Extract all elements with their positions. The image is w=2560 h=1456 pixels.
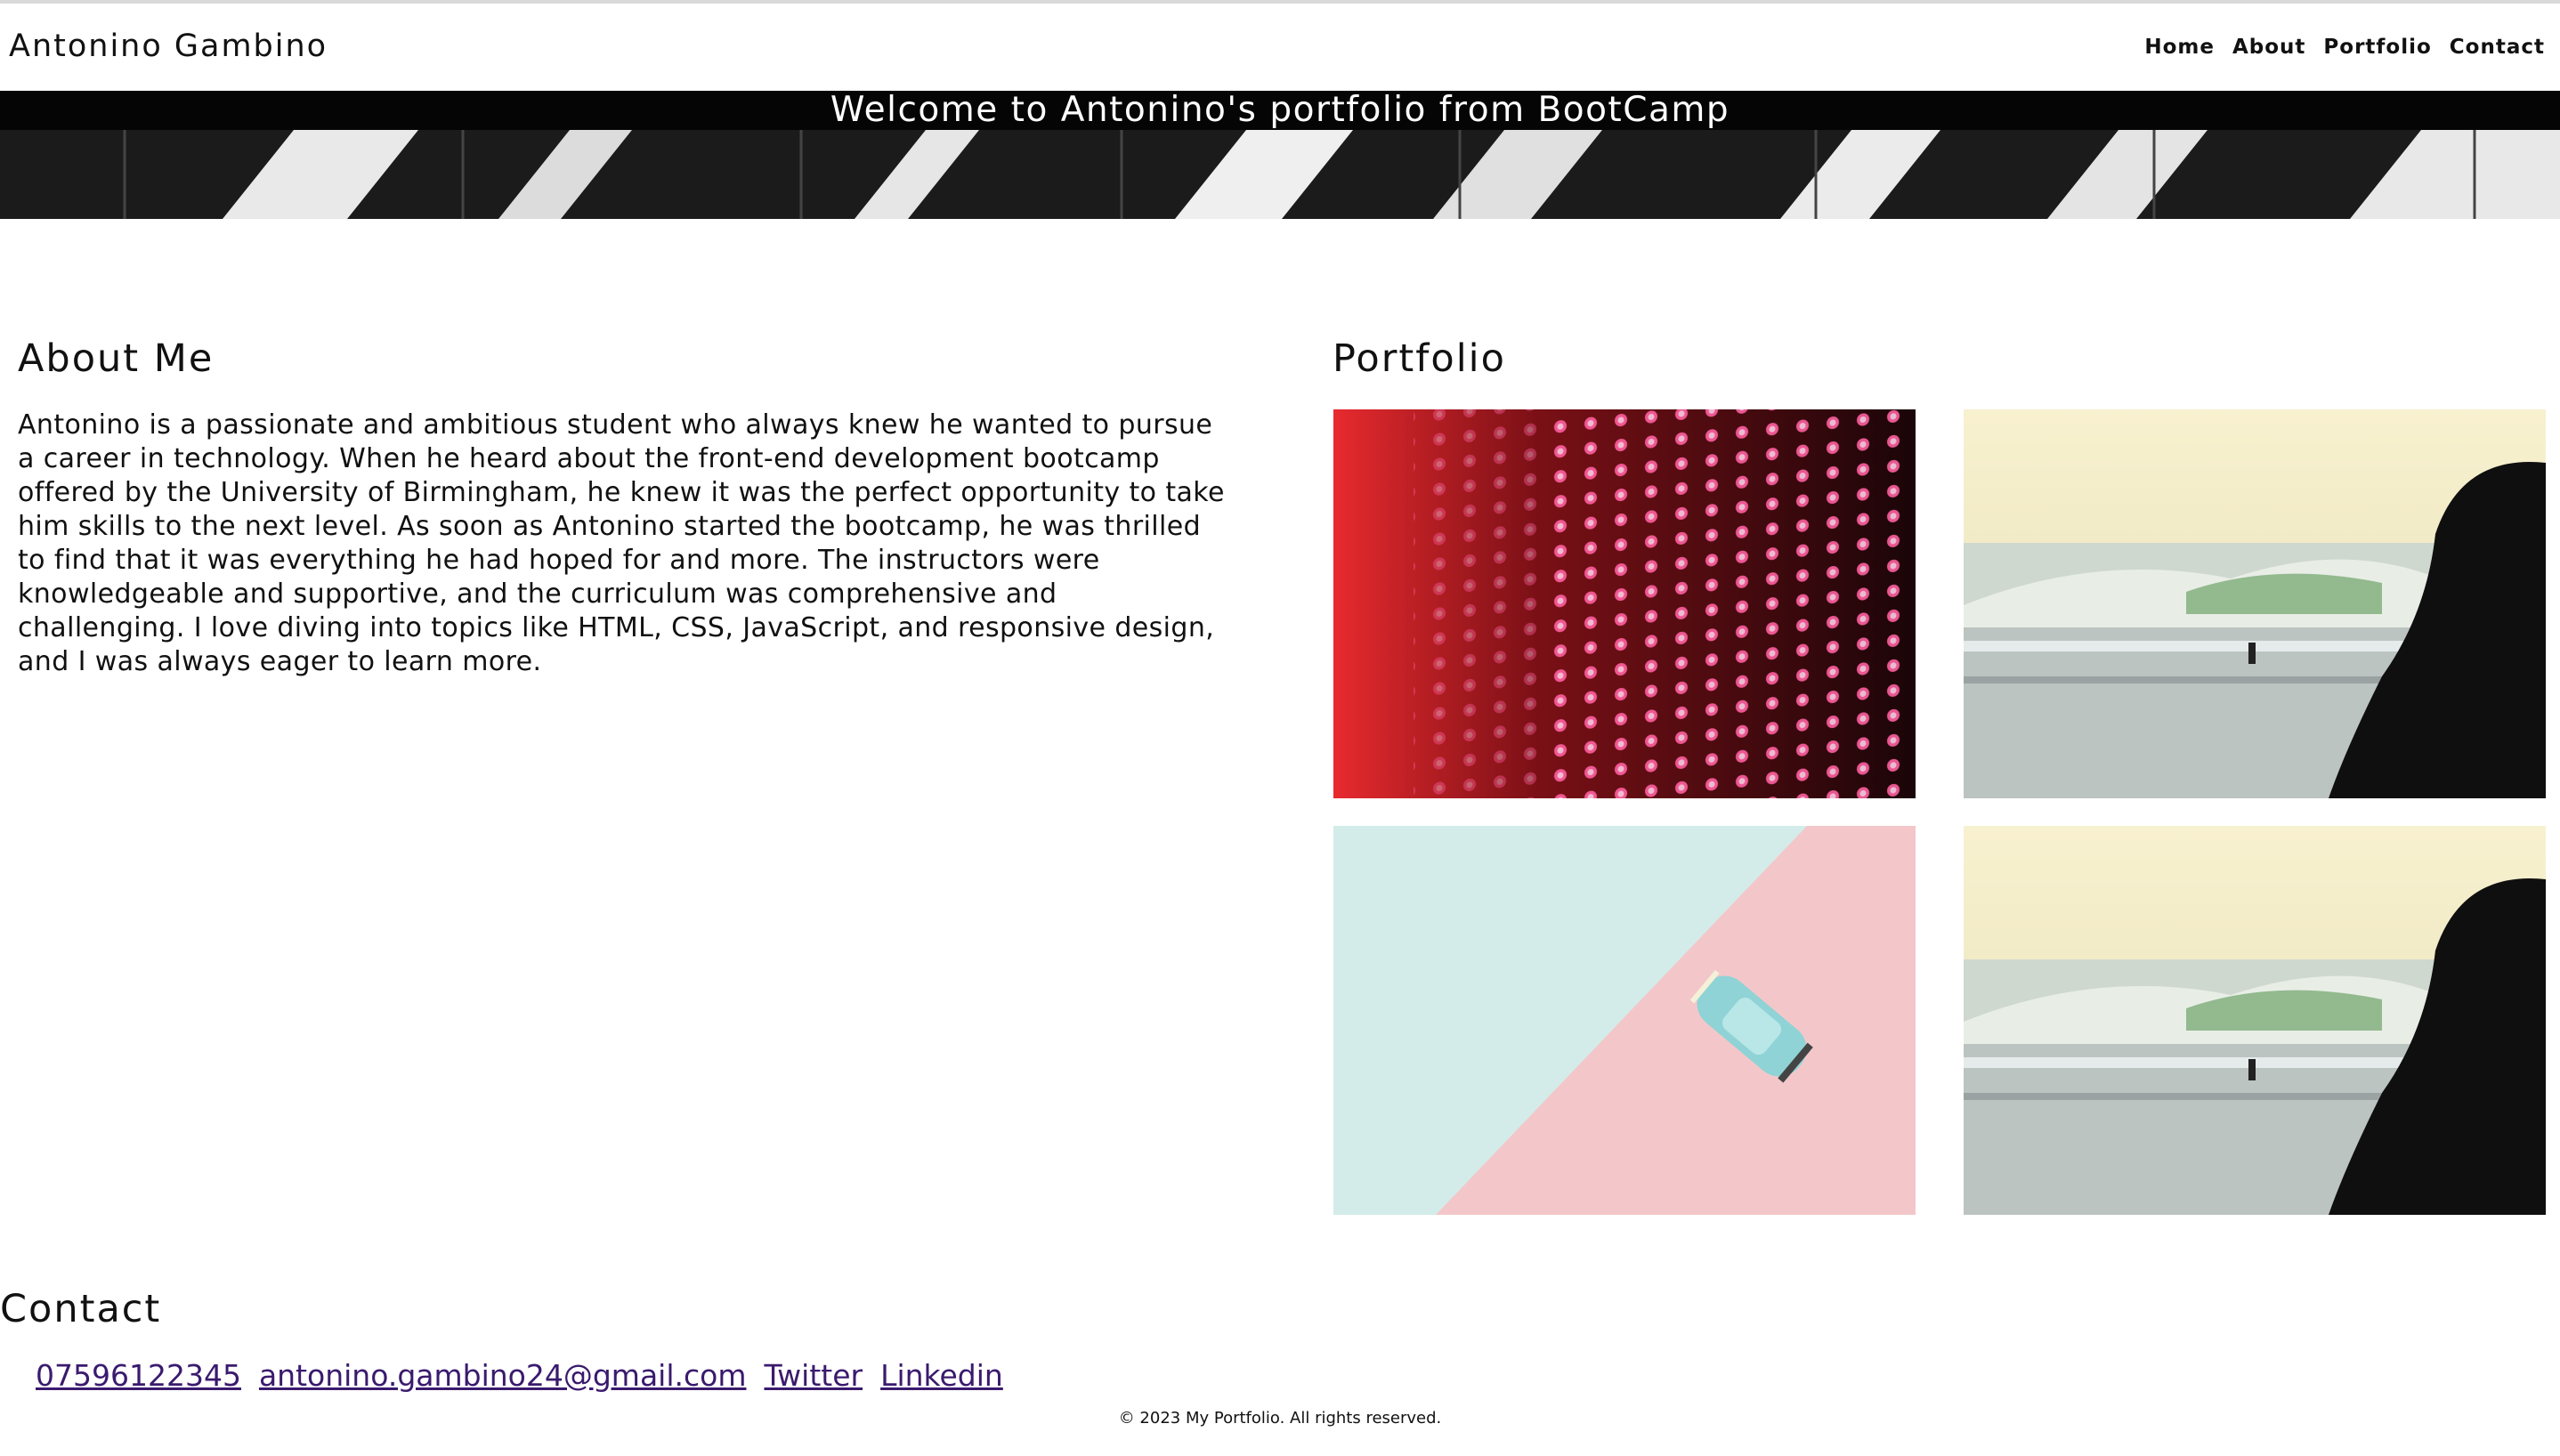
contact-linkedin-link[interactable]: Linkedin [880, 1358, 1003, 1393]
contact-email-link[interactable]: antonino.gambino24@gmail.com [259, 1358, 747, 1393]
about-paragraph: Antonino is a passionate and ambitious s… [18, 409, 1225, 677]
nav-portfolio[interactable]: Portfolio [2323, 36, 2431, 59]
main-nav: Home About Portfolio Contact [2144, 36, 2545, 59]
about-heading: About Me [18, 336, 215, 381]
portfolio-item-surfer[interactable] [1964, 409, 2546, 798]
site-footer: © 2023 My Portfolio. All rights reserved… [1118, 1409, 1442, 1428]
nav-about[interactable]: About [2232, 36, 2305, 59]
hero-title: Welcome to Antonino's portfolio from Boo… [830, 91, 1730, 130]
hero-banner: Welcome to Antonino's portfolio from Boo… [0, 91, 2560, 219]
site-header: Antonino Gambino Home About Portfolio Co… [0, 4, 2560, 91]
toy-car-image [1333, 826, 1916, 1215]
surfer-sunset-image [1964, 826, 2546, 1215]
contact-twitter-link[interactable]: Twitter [764, 1358, 863, 1393]
nav-contact[interactable]: Contact [2450, 36, 2545, 59]
portfolio-item-toy-car[interactable] [1333, 826, 1916, 1215]
contact-phone-link[interactable]: 07596122345 [36, 1358, 241, 1393]
red-led-wall-image [1333, 409, 1916, 798]
portfolio-item-led-wall[interactable] [1333, 409, 1916, 798]
contact-links: 07596122345 antonino.gambino24@gmail.com… [36, 1358, 1003, 1393]
contact-heading: Contact [0, 1287, 162, 1331]
site-brand[interactable]: Antonino Gambino [9, 28, 328, 64]
surfer-sunset-image [1964, 409, 2546, 798]
portfolio-heading: Portfolio [1333, 336, 1506, 381]
nav-home[interactable]: Home [2144, 36, 2215, 59]
portfolio-item-surfer-2[interactable] [1964, 826, 2546, 1215]
